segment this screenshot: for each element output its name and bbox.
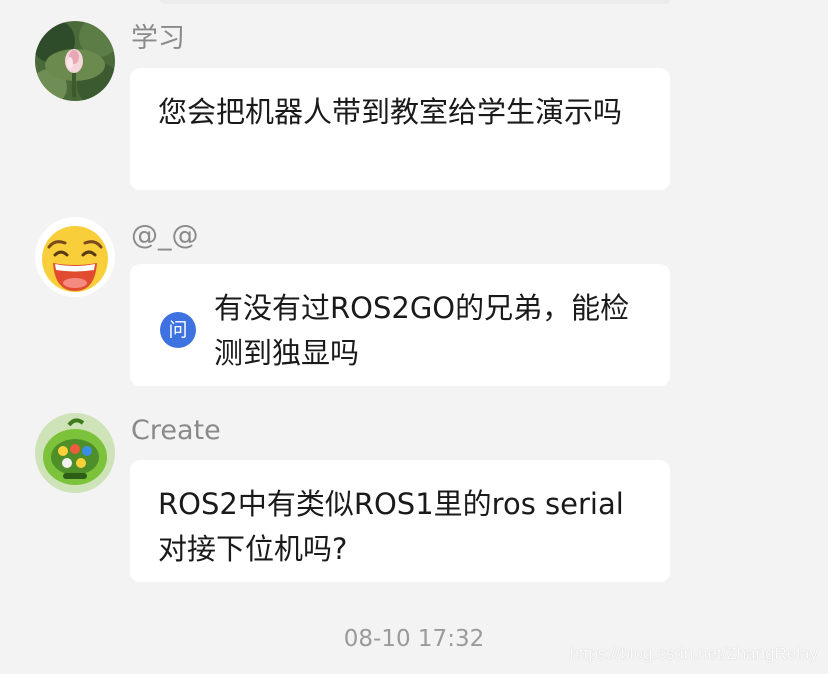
message-text: 您会把机器人带到教室给学生演示吗 <box>158 95 623 129</box>
sender-name: Create <box>131 415 221 446</box>
sender-name: 学习 <box>131 23 185 54</box>
previous-message-edge <box>160 0 670 4</box>
message-text: ROS2中有类似ROS1里的ros serial 对接下位机吗? <box>158 487 624 566</box>
toy-avatar-icon[interactable] <box>35 413 115 493</box>
laughing-face-avatar-icon[interactable] <box>35 217 115 297</box>
message-text: 有没有过ROS2GO的兄弟，能检测到独显吗 <box>214 291 630 370</box>
watermark-url: https://blog.csdn.net/ZhangRelay <box>569 644 818 663</box>
sender-name: @_@ <box>131 220 199 251</box>
message-bubble[interactable]: 您会把机器人带到教室给学生演示吗 <box>130 68 670 190</box>
lotus-avatar-icon[interactable] <box>35 21 115 101</box>
question-badge: 问 <box>160 312 196 348</box>
message-bubble[interactable]: 问 有没有过ROS2GO的兄弟，能检测到独显吗 <box>130 264 670 386</box>
message-bubble[interactable]: ROS2中有类似ROS1里的ros serial 对接下位机吗? <box>130 460 670 582</box>
